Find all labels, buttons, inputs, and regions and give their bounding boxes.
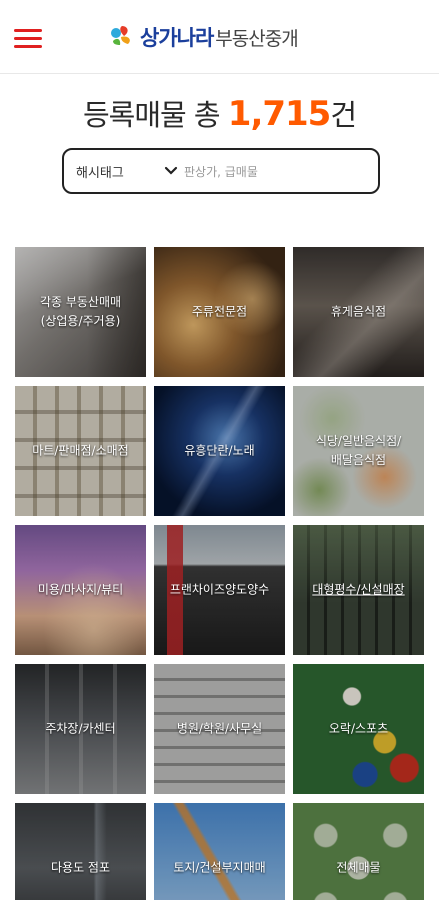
logo-main-text: 상가나라	[140, 26, 214, 50]
category-label: 미용/마사지/뷰티	[37, 582, 124, 597]
category-label: 토지/건설부지매매	[173, 860, 266, 875]
logo-leaf-icon	[111, 26, 130, 45]
category-label: 주차장/카센터	[45, 721, 116, 736]
category-label: 프랜차이즈양도양수	[169, 582, 270, 597]
category-label: 다용도 점포	[50, 860, 110, 875]
category-label: 전체매물	[336, 860, 381, 875]
search-bar: 해시태그	[62, 148, 380, 194]
category-tile-real-estate[interactable]: 각종 부동산매매 (상업용/주거용)	[15, 247, 146, 377]
category-label: 휴게음식점	[330, 304, 387, 319]
category-tile-franchise[interactable]: 프랜차이즈양도양수	[154, 525, 285, 655]
count-prefix: 등록매물 총	[82, 98, 228, 132]
category-tile-land[interactable]: 토지/건설부지매매	[154, 803, 285, 900]
category-label: 병원/학원/사무실	[176, 721, 263, 736]
category-label: 주류전문점	[191, 304, 248, 319]
category-tile-mart[interactable]: 마트/판매점/소매점	[15, 386, 146, 516]
listing-count: 1,715	[227, 94, 332, 134]
category-tile-multipurpose[interactable]: 다용도 점포	[15, 803, 146, 900]
category-tile-karaoke[interactable]: 유흥단란/노래	[154, 386, 285, 516]
category-tile-clinic-office[interactable]: 병원/학원/사무실	[154, 664, 285, 794]
category-tile-restaurant[interactable]: 식당/일반음식점/ 배달음식점	[293, 386, 424, 516]
search-input[interactable]	[184, 160, 368, 184]
category-tile-parking[interactable]: 주차장/카센터	[15, 664, 146, 794]
logo-sub-text: 부동산중개	[215, 27, 298, 50]
category-tile-cafe[interactable]: 휴게음식점	[293, 247, 424, 377]
category-label: 각종 부동산매매 (상업용/주거용)	[39, 295, 122, 328]
category-label: 오락/스포츠	[328, 721, 389, 736]
category-label: 대형평수/신설매장	[312, 582, 405, 597]
listing-count-heading: 등록매물 총 1,715건	[0, 92, 439, 134]
site-logo[interactable]: 상가나라 부동산중개	[108, 22, 299, 52]
search-type-select[interactable]: 해시태그	[72, 158, 182, 184]
category-tile-sports[interactable]: 오락/스포츠	[293, 664, 424, 794]
category-label: 식당/일반음식점/ 배달음식점	[315, 434, 402, 467]
category-tile-large-store[interactable]: 대형평수/신설매장	[293, 525, 424, 655]
count-suffix: 건	[330, 98, 357, 132]
category-tile-pub[interactable]: 주류전문점	[154, 247, 285, 377]
category-tile-beauty[interactable]: 미용/마사지/뷰티	[15, 525, 146, 655]
chevron-down-icon	[164, 166, 178, 175]
category-label: 유흥단란/노래	[184, 443, 255, 458]
app-header: 상가나라 부동산중개	[0, 0, 439, 74]
hamburger-menu-icon[interactable]	[14, 27, 42, 51]
search-type-value: 해시태그	[76, 166, 124, 181]
category-tile-all-listings[interactable]: 전체매물	[293, 803, 424, 900]
category-label: 마트/판매점/소매점	[32, 443, 129, 458]
